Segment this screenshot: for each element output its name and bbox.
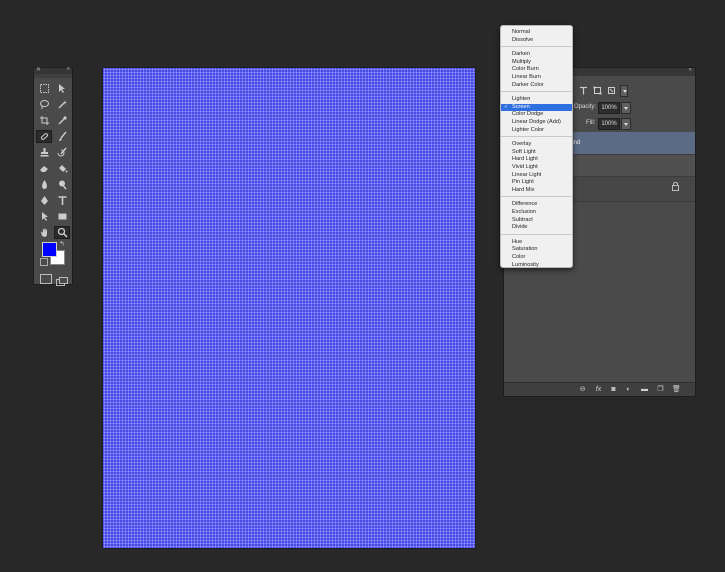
magic-wand-icon[interactable]	[54, 98, 70, 111]
blend-mode-dissolve[interactable]: Dissolve	[501, 37, 572, 45]
menu-separator	[501, 196, 572, 198]
blend-mode-difference[interactable]: Difference	[501, 201, 572, 209]
type-icon[interactable]	[54, 194, 70, 207]
collapse-icon[interactable]: «	[67, 66, 70, 72]
screen-mode-icon[interactable]	[56, 273, 68, 286]
tools-panel-titlebar[interactable]: ✕ «	[34, 66, 72, 74]
blend-mode-pin-light[interactable]: Pin Light	[501, 179, 572, 187]
close-icon[interactable]: ✕	[36, 66, 41, 73]
blend-mode-lighter-color[interactable]: Lighter Color	[501, 127, 572, 135]
blend-mode-normal[interactable]: Normal	[501, 29, 572, 37]
paint-bucket-icon[interactable]	[54, 162, 70, 175]
zoom-icon[interactable]	[54, 226, 70, 239]
tools-panel: ✕ « ↰	[33, 66, 73, 286]
lock-icon	[672, 182, 679, 191]
type-filter-icon[interactable]	[579, 86, 588, 95]
opacity-dropdown-button[interactable]	[621, 102, 631, 114]
blend-mode-darker-color[interactable]: Darker Color	[501, 82, 572, 90]
tools-panel-grip[interactable]	[34, 74, 72, 78]
blend-mode-overlay[interactable]: Overlay	[501, 141, 572, 149]
document-canvas[interactable]	[102, 67, 476, 549]
blend-mode-multiply[interactable]: Multiply	[501, 59, 572, 67]
blend-mode-saturation[interactable]: Saturation	[501, 246, 572, 254]
swap-colors-icon[interactable]: ↰	[59, 240, 65, 248]
blend-mode-color[interactable]: Color	[501, 254, 572, 262]
layers-footer: ⊖ fx ◙ ◐ ▬ ❐ 🗑	[504, 382, 695, 396]
menu-separator	[501, 233, 572, 235]
filter-toggle-button[interactable]	[620, 85, 628, 97]
collapse-icon[interactable]: «	[689, 67, 692, 73]
blend-mode-divide[interactable]: Divide	[501, 224, 572, 232]
path-selection-icon[interactable]	[36, 210, 52, 223]
blend-mode-luminosity[interactable]: Luminosity	[501, 262, 572, 270]
link-icon[interactable]: ⊖	[578, 385, 587, 394]
blend-mode-subtract[interactable]: Subtract	[501, 217, 572, 225]
lasso-icon[interactable]	[36, 98, 52, 111]
blend-mode-soft-light[interactable]: Soft Light	[501, 149, 572, 157]
fill-label: Fill:	[586, 120, 596, 126]
blend-mode-hard-mix[interactable]: Hard Mix	[501, 187, 572, 195]
folder-icon[interactable]: ▬	[640, 385, 649, 394]
blend-mode-vivid-light[interactable]: Vivid Light	[501, 164, 572, 172]
rectangle-icon[interactable]	[54, 210, 70, 223]
fill-dropdown-button[interactable]	[621, 118, 631, 130]
adjustment-icon[interactable]: ◐	[624, 385, 633, 394]
blend-mode-color-dodge[interactable]: Color Dodge	[501, 111, 572, 119]
fx-icon[interactable]: fx	[594, 385, 603, 394]
blend-mode-linear-light[interactable]: Linear Light	[501, 172, 572, 180]
pen-icon[interactable]	[36, 194, 52, 207]
shape-filter-icon[interactable]	[593, 86, 602, 95]
blend-mode-hue[interactable]: Hue	[501, 239, 572, 247]
menu-separator	[501, 136, 572, 138]
move-icon[interactable]	[54, 82, 70, 95]
history-brush-icon[interactable]	[54, 146, 70, 159]
mask-icon[interactable]: ◙	[609, 385, 618, 394]
default-colors-icon[interactable]	[40, 258, 48, 266]
opacity-label: Opacity:	[574, 104, 597, 110]
eyedropper-icon[interactable]	[54, 114, 70, 127]
clone-stamp-icon[interactable]	[36, 146, 52, 159]
blend-mode-darken[interactable]: Darken	[501, 51, 572, 59]
new-layer-icon[interactable]: ❐	[656, 385, 665, 394]
fill-input[interactable]: 100%	[598, 118, 620, 130]
healing-brush-icon[interactable]	[36, 130, 52, 143]
trash-icon[interactable]: 🗑	[672, 385, 681, 394]
blend-mode-color-burn[interactable]: Color Burn	[501, 66, 572, 74]
menu-separator	[501, 46, 572, 48]
hand-icon[interactable]	[36, 226, 52, 239]
eraser-icon[interactable]	[36, 162, 52, 175]
blend-mode-lighten[interactable]: Lighten	[501, 96, 572, 104]
blend-mode-exclusion[interactable]: Exclusion	[501, 209, 572, 217]
blend-mode-hard-light[interactable]: Hard Light	[501, 156, 572, 164]
blur-icon[interactable]	[36, 178, 52, 191]
foreground-color-swatch[interactable]	[42, 242, 57, 257]
blend-mode-menu: Normal Dissolve Darken Multiply Color Burn Li…	[500, 25, 573, 268]
marquee-icon[interactable]	[36, 82, 52, 95]
dodge-icon[interactable]	[54, 178, 70, 191]
quick-mask-icon[interactable]	[40, 274, 52, 284]
opacity-input[interactable]: 100%	[598, 102, 620, 114]
blend-mode-linear-burn[interactable]: Linear Burn	[501, 74, 572, 82]
crop-icon[interactable]	[36, 114, 52, 127]
blend-mode-screen[interactable]: Screen	[501, 103, 572, 112]
brush-icon[interactable]	[54, 130, 70, 143]
smart-object-filter-icon[interactable]	[607, 86, 616, 95]
menu-separator	[501, 91, 572, 93]
blend-mode-linear-dodge-add[interactable]: Linear Dodge (Add)	[501, 119, 572, 127]
